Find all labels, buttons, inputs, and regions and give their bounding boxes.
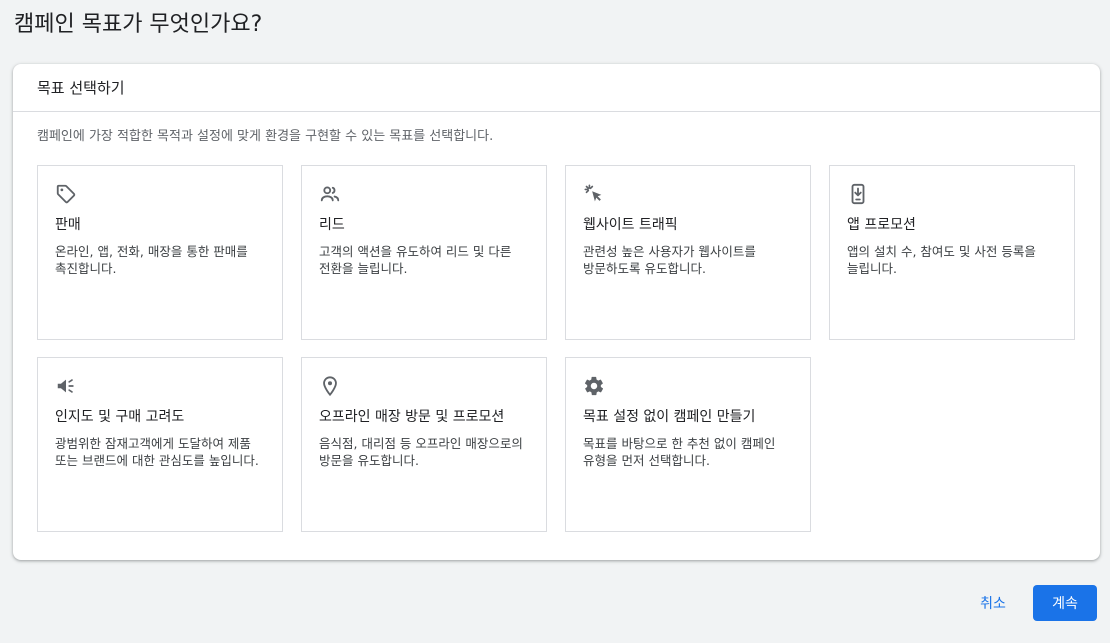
goal-card-title: 오프라인 매장 방문 및 프로모션 xyxy=(319,409,505,425)
goal-card-description: 온라인, 앱, 전화, 매장을 통한 판매를 촉진합니다. xyxy=(55,244,248,276)
panel-header: 목표 선택하기 xyxy=(13,64,1100,112)
gear-icon xyxy=(583,375,605,397)
tag-icon xyxy=(55,183,77,205)
panel-description: 캠페인에 가장 적합한 목적과 설정에 맞게 환경을 구현할 수 있는 목표를 … xyxy=(37,129,494,144)
goal-card-leads[interactable]: 리드 고객의 액션을 유도하여 리드 및 다른 전환을 늘립니다. xyxy=(301,165,547,340)
goal-card-description: 앱의 설치 수, 참여도 및 사전 등록을 늘립니다. xyxy=(847,244,1036,276)
goal-card-description: 관련성 높은 사용자가 웹사이트를 방문하도록 유도합니다. xyxy=(583,244,756,276)
location-pin-icon xyxy=(319,375,341,397)
goal-card-title: 앱 프로모션 xyxy=(847,217,916,233)
goal-card-title: 목표 설정 없이 캠페인 만들기 xyxy=(583,409,756,425)
goal-card-website-traffic[interactable]: 웹사이트 트래픽 관련성 높은 사용자가 웹사이트를 방문하도록 유도합니다. xyxy=(565,165,811,340)
goal-card-title: 판매 xyxy=(55,217,81,233)
goal-card-no-goal[interactable]: 목표 설정 없이 캠페인 만들기 목표를 바탕으로 한 추천 없이 캠페인 유형… xyxy=(565,357,811,532)
mobile-download-icon xyxy=(847,183,869,205)
goal-card-description: 음식점, 대리점 등 오프라인 매장으로의 방문을 유도합니다. xyxy=(319,436,523,468)
cursor-click-icon xyxy=(583,183,605,205)
goal-card-title: 웹사이트 트래픽 xyxy=(583,217,678,233)
continue-button[interactable]: 계속 xyxy=(1033,585,1097,621)
goal-card-description: 광범위한 잠재고객에게 도달하여 제품 또는 브랜드에 대한 관심도를 높입니다… xyxy=(55,436,259,468)
goal-card-sales[interactable]: 판매 온라인, 앱, 전화, 매장을 통한 판매를 촉진합니다. xyxy=(37,165,283,340)
goal-card-description: 목표를 바탕으로 한 추천 없이 캠페인 유형을 먼저 선택합니다. xyxy=(583,436,776,468)
page: 캠페인 목표가 무엇인가요? 목표 선택하기 캠페인에 가장 적합한 목적과 설… xyxy=(0,0,1110,643)
goal-card-local-store[interactable]: 오프라인 매장 방문 및 프로모션 음식점, 대리점 등 오프라인 매장으로의 … xyxy=(301,357,547,532)
megaphone-icon xyxy=(55,375,77,397)
goal-card-title: 리드 xyxy=(319,217,345,233)
goal-selection-panel: 목표 선택하기 캠페인에 가장 적합한 목적과 설정에 맞게 환경을 구현할 수… xyxy=(13,64,1100,560)
goal-card-awareness[interactable]: 인지도 및 구매 고려도 광범위한 잠재고객에게 도달하여 제품 또는 브랜드에… xyxy=(37,357,283,532)
people-icon xyxy=(319,183,341,205)
cancel-button[interactable]: 취소 xyxy=(966,585,1020,621)
goal-card-title: 인지도 및 구매 고려도 xyxy=(55,409,185,425)
goal-card-description: 고객의 액션을 유도하여 리드 및 다른 전환을 늘립니다. xyxy=(319,244,512,276)
goal-card-app-promotion[interactable]: 앱 프로모션 앱의 설치 수, 참여도 및 사전 등록을 늘립니다. xyxy=(829,165,1075,340)
page-title: 캠페인 목표가 무엇인가요? xyxy=(14,12,263,37)
